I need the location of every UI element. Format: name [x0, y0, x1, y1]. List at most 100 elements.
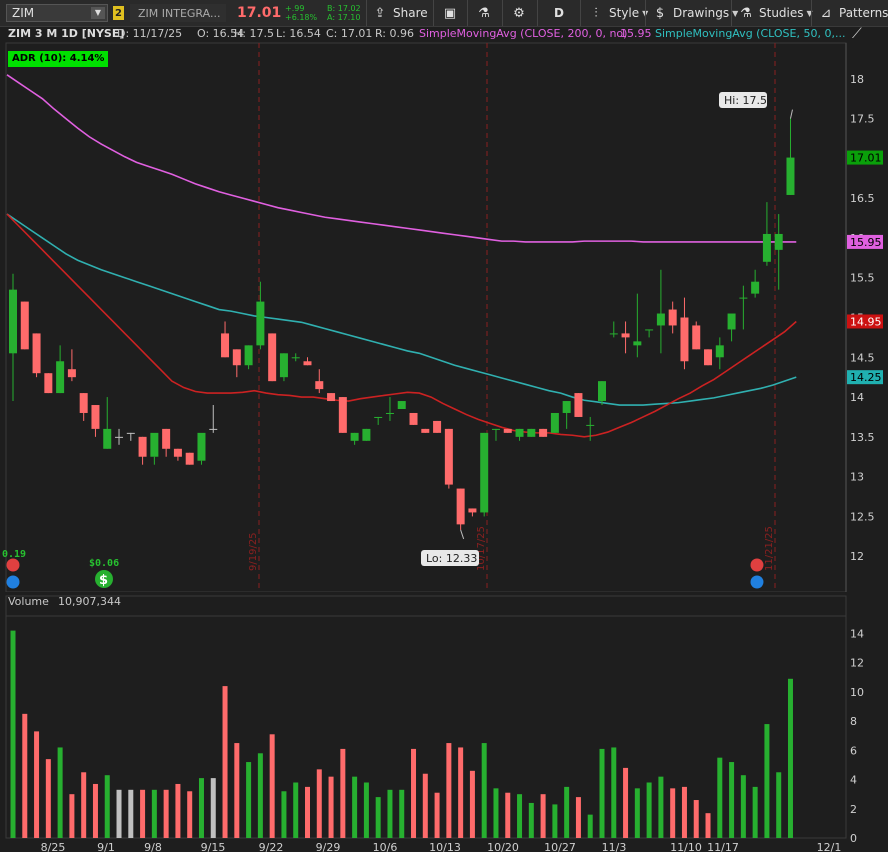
link-badge[interactable]: 2	[113, 6, 124, 20]
symbol-input[interactable]: ZIM ▼	[6, 4, 108, 22]
volume-bar	[222, 686, 228, 838]
candle-body	[586, 424, 595, 426]
candle-body	[598, 381, 606, 402]
volume-bar	[340, 748, 346, 838]
candle-body	[762, 233, 771, 262]
volume-bar	[234, 743, 240, 838]
volume-bar	[446, 743, 452, 838]
volume-bar	[493, 788, 499, 838]
collapse-icon[interactable]: ⟋	[852, 26, 862, 42]
y-tick-label: 12.5	[850, 510, 875, 523]
price-pane[interactable]: 1212.51313.51414.51515.51616.51717.5189/…	[0, 26, 888, 592]
candle-body	[456, 488, 465, 525]
volume-bar	[198, 778, 204, 838]
header-high: H: 17.5	[234, 27, 274, 40]
candle-body	[656, 313, 665, 326]
volume-bar	[246, 762, 252, 838]
y-tick-label: 13	[850, 471, 864, 484]
x-tick-label: 9/15	[201, 841, 226, 852]
studies-button[interactable]: ⚗ Studies ▼	[738, 0, 813, 26]
volume-bar	[316, 769, 322, 838]
candle-body	[574, 393, 583, 417]
period-button[interactable]: D	[554, 0, 564, 26]
candle-body	[680, 317, 689, 362]
candle-body	[138, 436, 147, 457]
header-close: C: 17.01	[326, 27, 373, 40]
toolbar: ZIM ▼ 2 ZIM INTEGRA... 17.01 +.99 +6.18%…	[0, 0, 888, 27]
drawings-button[interactable]: $ Drawings ▼	[652, 0, 738, 26]
volume-tick-label: 14	[850, 628, 864, 641]
volume-bar	[175, 783, 181, 838]
candle-body	[126, 432, 135, 434]
candle-body	[515, 428, 524, 437]
volume-bar	[187, 791, 193, 838]
candle-body	[786, 157, 795, 195]
volume-pane[interactable]: 0 2 4 6 8 10 12 14 8/25 9/1 9/8 9/15 9/22 9/29 10/6 10/…	[0, 594, 888, 852]
candle-body	[350, 432, 359, 441]
symbol-dropdown-icon[interactable]: ▼	[91, 7, 105, 19]
volume-bar	[81, 772, 87, 838]
last-price-badge: 17.01	[850, 152, 882, 165]
volume-bar	[22, 713, 28, 838]
flask-button[interactable]: ⚗	[476, 0, 497, 26]
candle-body	[303, 361, 312, 366]
volume-tick-label: 12	[850, 657, 864, 670]
y-tick-label: 14	[850, 391, 864, 404]
header-low: L: 16.54	[276, 27, 321, 40]
sma50-label[interactable]: SimpleMovingAvg (CLOSE, 50, 0,...	[655, 26, 845, 42]
volume-bar	[399, 789, 405, 838]
earnings-icon	[750, 558, 764, 572]
candle-body	[444, 428, 453, 485]
price-chart[interactable]: 1212.51313.51414.51515.51616.51717.5189/…	[0, 26, 888, 592]
lo-callout-pointer	[460, 529, 465, 540]
sma-red-badge: 14.95	[850, 315, 882, 328]
settings-button[interactable]: ⚙	[511, 0, 532, 26]
drawings-label: Drawings	[673, 6, 730, 20]
candle-body	[20, 301, 29, 350]
last-price: 17.01	[237, 5, 282, 21]
candle-body	[44, 373, 53, 394]
volume-bar	[45, 759, 51, 838]
gear-icon: ⚙	[513, 5, 525, 21]
volume-bar	[776, 772, 782, 838]
candle-body	[751, 281, 760, 294]
volume-bar	[92, 783, 98, 838]
share-button[interactable]: ⇪ Share	[372, 0, 428, 26]
x-tick-label: 10/20	[487, 841, 519, 852]
volume-bar	[705, 813, 711, 838]
expiration-marker-label: 11/21/25	[764, 526, 775, 571]
sma200-label[interactable]: SimpleMovingAvg (CLOSE, 200, 0, no)	[419, 26, 627, 42]
sma-teal-badge: 14.25	[850, 371, 882, 384]
volume-bar	[587, 814, 593, 838]
patterns-button[interactable]: ⊿ Patterns	[818, 0, 888, 26]
candle-body	[421, 428, 430, 433]
volume-bar	[411, 748, 417, 838]
volume-bar	[540, 794, 546, 838]
candle-body	[67, 369, 76, 378]
volume-bar	[375, 797, 381, 838]
company-name[interactable]: ZIM INTEGRA...	[130, 4, 226, 22]
x-tick-label: 10/6	[373, 841, 398, 852]
candle-body	[232, 349, 241, 366]
candle-body	[327, 393, 336, 402]
camera-icon: ▣	[443, 5, 457, 21]
volume-bar	[104, 775, 110, 838]
share-label: Share	[393, 6, 428, 20]
candle-body	[173, 448, 182, 457]
style-button[interactable]: ⫶Style▼	[588, 0, 648, 26]
flask-icon: ⚗	[478, 5, 490, 21]
bid-value: B: 17.02	[327, 4, 361, 13]
volume-bar	[646, 782, 652, 838]
hi-callout-pointer	[789, 109, 793, 119]
candle-body	[315, 381, 324, 390]
candle-body	[491, 428, 500, 430]
volume-bar	[434, 792, 440, 838]
candle-body	[91, 405, 100, 429]
screenshot-button[interactable]: ▣	[442, 0, 463, 26]
earnings-icon	[6, 558, 20, 572]
volume-chart[interactable]: 0 2 4 6 8 10 12 14 8/25 9/1 9/8 9/15 9/22 9/29 10/6 10/…	[0, 594, 888, 852]
candle-body	[279, 353, 288, 378]
volume-bar	[764, 724, 770, 838]
candle-body	[692, 325, 701, 350]
x-tick-label: 11/10	[670, 841, 702, 852]
